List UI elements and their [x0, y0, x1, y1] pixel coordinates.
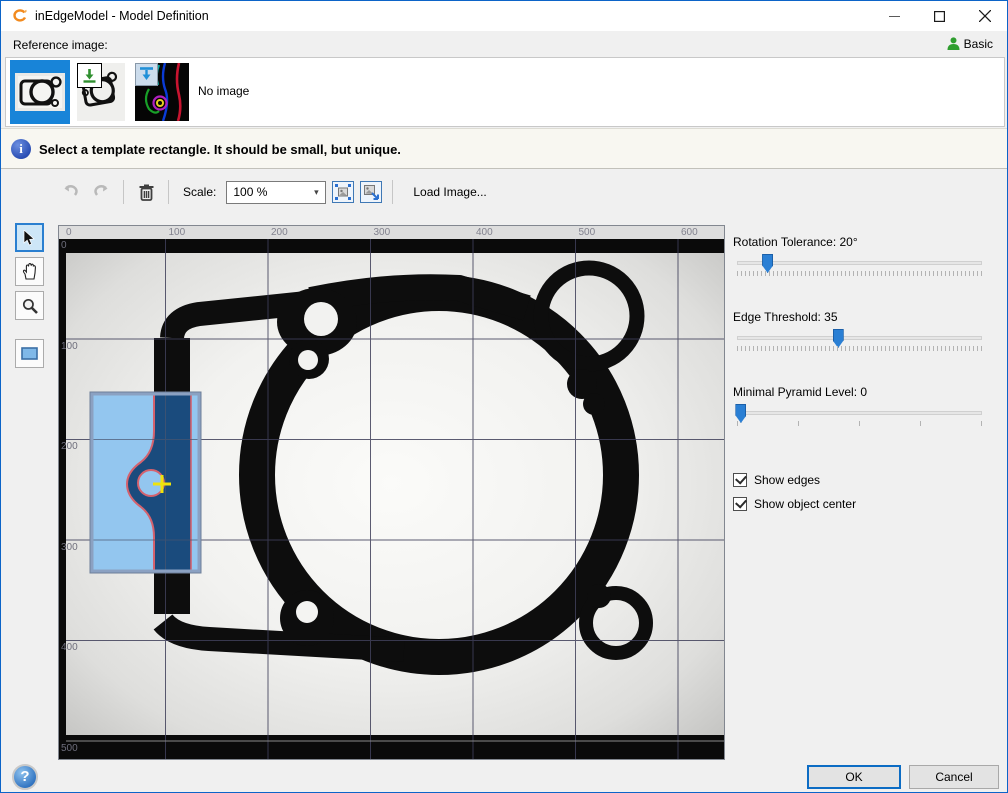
rectangle-icon: [21, 347, 38, 360]
info-icon: i: [11, 139, 31, 159]
rectangle-tool-button[interactable]: [15, 339, 44, 368]
reference-row: Reference image: Basic: [1, 31, 1007, 57]
toolbar-separator: [123, 180, 124, 204]
slider-tick-marks: [737, 271, 982, 276]
fit-image-to-window-button[interactable]: [332, 181, 354, 203]
ruler-horizontal: 0100200300400500600: [59, 226, 724, 239]
slider-tick-marks: [737, 421, 982, 426]
undo-button[interactable]: [59, 180, 83, 204]
maximize-button[interactable]: [917, 1, 962, 31]
window-title: inEdgeModel - Model Definition: [35, 9, 209, 23]
minimize-button[interactable]: [872, 1, 917, 31]
gasket-image: [59, 226, 724, 759]
minimize-icon: [889, 11, 900, 22]
mode-label: Basic: [964, 37, 993, 51]
toolbar-separator: [168, 180, 169, 204]
edges-preview-image: [135, 63, 189, 121]
edge-threshold-label: Edge Threshold: 35: [733, 310, 838, 324]
canvas-toolbar: Scale: 100 % ▾ Load Image...: [59, 177, 493, 207]
rotation-tolerance-label: Rotation Tolerance: 20°: [733, 235, 858, 249]
scale-label: Scale:: [183, 185, 216, 199]
parameters-panel: Rotation Tolerance: 20° Edge Threshold: …: [731, 225, 993, 760]
redo-button[interactable]: [89, 180, 113, 204]
redo-icon: [92, 184, 110, 200]
slider-tick-marks: [737, 346, 982, 351]
magnifier-icon: [22, 298, 38, 314]
cursor-arrow-icon: [23, 230, 36, 246]
edge-threshold-track[interactable]: [737, 336, 982, 340]
close-icon: [979, 10, 991, 22]
show-object-center-checkbox[interactable]: [733, 497, 747, 511]
hint-text: Select a template rectangle. It should b…: [39, 142, 401, 157]
scale-combobox[interactable]: 100 % ▾: [226, 181, 326, 204]
thumbnail-reference-image[interactable]: [10, 60, 70, 124]
trash-icon: [139, 184, 154, 201]
toolbar-separator: [392, 180, 393, 204]
cancel-button[interactable]: Cancel: [909, 765, 999, 789]
show-object-center-row[interactable]: Show object center: [733, 497, 856, 511]
image-canvas[interactable]: 0100200300400500600 0100200300400500: [58, 225, 725, 760]
no-image-label: No image: [198, 84, 249, 98]
thumbnail-model-edges[interactable]: [134, 60, 190, 124]
fit-window-to-image-button[interactable]: [360, 181, 382, 203]
gasket-thumbnail-image-2: [77, 63, 125, 121]
select-tool-button[interactable]: [15, 223, 44, 252]
model-definition-dialog: inEdgeModel - Model Definition Reference…: [0, 0, 1008, 793]
hand-icon: [22, 263, 38, 280]
load-image-button[interactable]: Load Image...: [407, 181, 492, 203]
template-selection-content: [93, 395, 198, 570]
app-logo-icon: [11, 8, 28, 25]
chevron-down-icon[interactable]: ▾: [307, 182, 325, 203]
reference-image-label: Reference image:: [13, 38, 108, 52]
minimal-pyramid-level-label: Minimal Pyramid Level: 0: [733, 385, 867, 399]
ok-button[interactable]: OK: [807, 765, 901, 789]
reference-thumbnail-strip: No image: [5, 57, 1005, 127]
undo-icon: [62, 184, 80, 200]
gasket-thumbnail-image: [15, 73, 65, 111]
mode-indicator[interactable]: Basic: [947, 37, 993, 51]
thumbnail-load-reference[interactable]: [76, 60, 126, 124]
minimal-pyramid-level-track[interactable]: [737, 411, 982, 415]
pan-tool-button[interactable]: [15, 257, 44, 286]
hint-bar: i Select a template rectangle. It should…: [1, 128, 1007, 169]
show-edges-checkbox[interactable]: [733, 473, 747, 487]
scale-value: 100 %: [227, 185, 267, 199]
fit-image-icon: [335, 184, 351, 200]
zoom-tool-button[interactable]: [15, 291, 44, 320]
user-level-icon: [947, 37, 960, 51]
close-button[interactable]: [962, 1, 1007, 31]
rotation-tolerance-track[interactable]: [737, 261, 982, 265]
show-edges-label: Show edges: [754, 473, 820, 487]
delete-button[interactable]: [134, 180, 158, 204]
show-object-center-label: Show object center: [754, 497, 856, 511]
title-bar[interactable]: inEdgeModel - Model Definition: [1, 1, 1007, 31]
maximize-icon: [934, 11, 945, 22]
fit-window-icon: [363, 184, 379, 200]
show-edges-row[interactable]: Show edges: [733, 473, 820, 487]
help-button[interactable]: ?: [12, 764, 38, 790]
ruler-vertical: 0100200300400500: [59, 226, 89, 759]
